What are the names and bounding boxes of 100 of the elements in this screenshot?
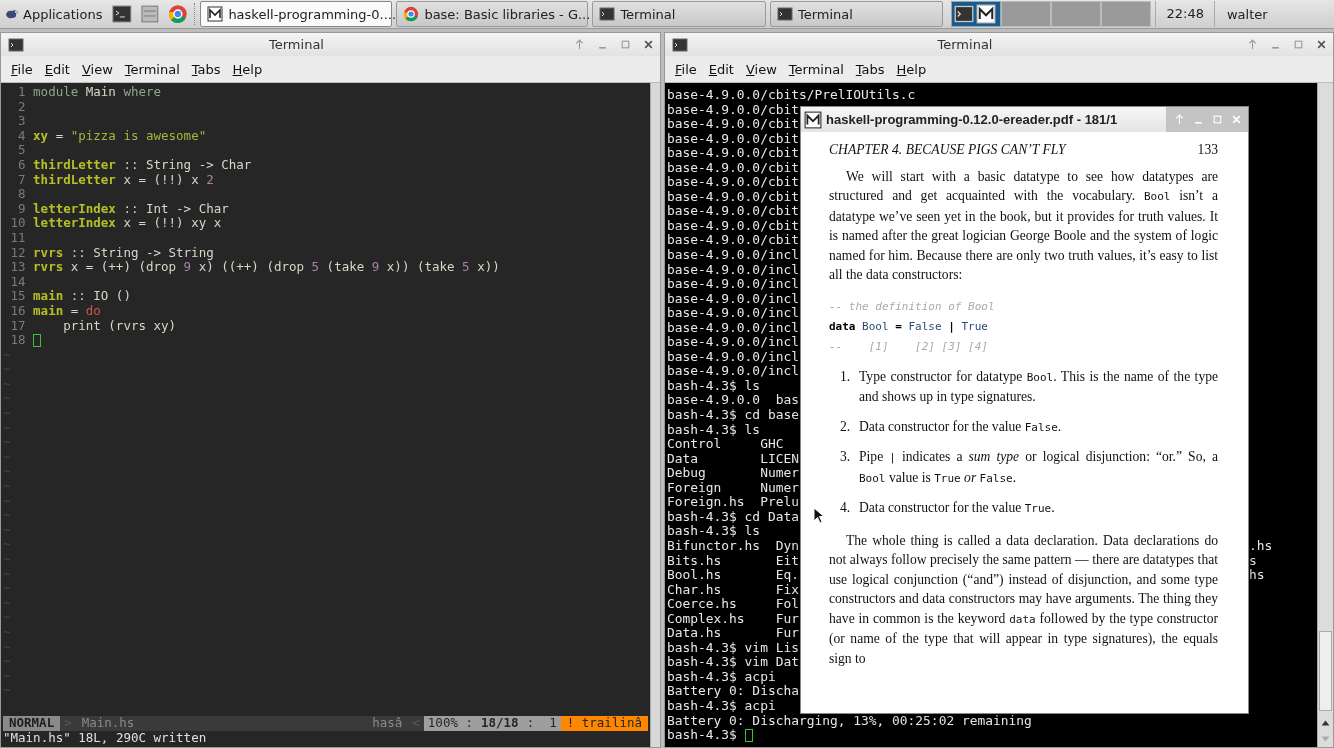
code-line: data Bool = False | True (829, 318, 989, 335)
terminal-line: base-4.9.0.0/cbit (667, 204, 799, 219)
paragraph: The whole thing is called a data declaration. Data declarations do not always follow precisely the same pattern — there are datatypes that use logical conjunction (“and”) instead of disjunction, and some type constructors and data constructors may have arguments. The thing they have in common is the keyword data followed by the type constructor (or name of the type that will appear in type signatures), the equals sign to (829, 531, 1218, 668)
workspace-cell[interactable] (1001, 1, 1052, 27)
terminal-line: base-4.9.0.0/incl (667, 277, 799, 292)
terminal-line: Coerce.hs Fol (667, 597, 799, 612)
maximize-icon[interactable] (620, 39, 631, 50)
terminal-line: base-4.9.0.0/cbit (667, 146, 799, 161)
terminal-line: s (1249, 553, 1257, 569)
user-name[interactable]: walter (1218, 6, 1330, 22)
line-number: 4 (17, 128, 27, 144)
terminal-line: Complex.hs Fur (667, 611, 799, 627)
maximize-icon[interactable] (1293, 39, 1304, 50)
menu-item[interactable]: Tabs (855, 61, 885, 77)
code-line: rvrs :: String -> String (33, 245, 214, 261)
empty-line-marker: ~ (3, 566, 11, 582)
list-number: 4. (840, 499, 852, 517)
scrollbar[interactable] (1317, 83, 1333, 747)
menu-item[interactable]: Help (896, 61, 927, 77)
terminal-line: Bits.hs Eit (667, 553, 799, 569)
terminal-line: bash-4.3$ ls (667, 422, 761, 438)
empty-line-marker: ~ (3, 420, 11, 436)
terminal-line: bash-4.3$ ls (667, 378, 761, 394)
status-text: Main.hs (80, 716, 136, 731)
line-number: 1 (17, 85, 27, 100)
menu-item[interactable]: View (745, 61, 777, 77)
paragraph: We will start with a basic datatype to see how datatypes are structured and get acquainted with the vocabulary. Bool isn’t a datatype we’ve seen yet in the book, but it provides for truth values. It is named after the great logician George Boole and the system of logic named for him. Because there are only two truth values, it’s easy to list all the data constructors: (829, 167, 1218, 284)
line-number: 2 (17, 99, 27, 115)
applications-button[interactable]: Applications (4, 2, 107, 26)
terminal-line: base-4.9.0.0/cbit (667, 189, 799, 205)
browser-icon[interactable] (167, 4, 188, 24)
terminal-icon[interactable] (112, 4, 133, 24)
menu-item[interactable]: Terminal (788, 61, 844, 77)
scrollbar[interactable] (650, 83, 660, 747)
shell-prompt: bash-4.3$ (667, 728, 737, 743)
terminal-icon (671, 36, 689, 53)
menu-item[interactable]: Tabs (191, 61, 221, 77)
terminal-line: base-4.9.0.0/cbit (667, 160, 799, 176)
terminal-line: base-4.9.0.0/incl (667, 335, 799, 350)
task-button[interactable]: Terminal (769, 1, 944, 27)
task-button[interactable]: haskell-programming-0.... (200, 1, 393, 27)
up-arrow-icon[interactable] (1247, 39, 1258, 50)
line-number: 12 (9, 245, 27, 261)
terminal-line: Debug Numer (667, 466, 799, 481)
mouse-pointer-icon (813, 507, 825, 525)
workspace-cell[interactable] (951, 1, 1002, 27)
terminal-line: base-4.9.0.0/incl (667, 349, 799, 365)
chapter-heading: CHAPTER 4. BECAUSE PIGS CAN’T FLY (829, 141, 1066, 159)
status-text: > (63, 716, 73, 731)
code-line: rvrs x = (++) (drop 9 x) ((++) (drop 5 (take 9 x)) (take 5 x)) (33, 260, 500, 275)
line-number: 14 (9, 274, 27, 290)
menu-item[interactable]: View (81, 61, 113, 77)
workspace-cell[interactable] (1051, 1, 1102, 27)
terminal-line: base-4.9.0.0/cbits/PrelIOUtils.c (667, 88, 916, 103)
file-cabinet-icon[interactable] (140, 4, 160, 24)
document-viewer-icon (976, 4, 997, 24)
menu-item[interactable]: Edit (708, 61, 734, 77)
code-line: -- [1] [2] [3] [4] (829, 338, 989, 355)
close-icon[interactable] (643, 39, 654, 50)
scrollbar-thumb[interactable] (1319, 631, 1332, 711)
workspace-cell[interactable] (1101, 1, 1152, 27)
terminal-line: Char.hs Fix (667, 582, 799, 598)
empty-line-marker: ~ (3, 464, 11, 480)
menu-item[interactable]: File (11, 61, 33, 77)
code-line: print (rvrs xy) (62, 318, 177, 334)
list-number: 2. (840, 417, 852, 436)
menu-item[interactable]: Edit (44, 61, 70, 77)
up-arrow-icon[interactable] (574, 39, 585, 50)
code-line: main = do (33, 303, 101, 319)
terminal-line: .hs (1249, 538, 1273, 554)
terminal-icon (7, 36, 25, 53)
terminal-icon (954, 4, 975, 24)
line-number: 13 (9, 260, 27, 275)
clock: 22:48 (1155, 1, 1215, 27)
terminal-line: bash-4.3$ vim Lis (667, 640, 799, 656)
terminal-line: base-4.9.0.0/cbit (667, 117, 799, 132)
task-button[interactable]: base: Basic libraries - G... (396, 1, 589, 27)
terminal-line: base-4.9.0.0 bas (667, 393, 799, 409)
empty-line-marker: ~ (3, 362, 11, 377)
terminal-line: bash-4.3$ acpi (667, 669, 776, 685)
terminal-line: base-4.9.0.0/incl (667, 248, 799, 263)
terminal-line: bash-4.3$ cd base (667, 408, 799, 423)
empty-line-marker: ~ (3, 522, 11, 538)
task-button[interactable]: Terminal (592, 1, 766, 27)
empty-line-marker: ~ (3, 376, 11, 392)
close-icon[interactable] (1316, 39, 1327, 50)
line-number: 9 (17, 201, 27, 217)
menu-item[interactable]: Help (232, 61, 263, 77)
line-number: 15 (9, 289, 27, 304)
terminal-line: Foreign.hs Prelu (667, 495, 799, 510)
terminal-line: base-4.9.0.0/cbit (667, 233, 799, 248)
document-viewer-icon (207, 6, 224, 22)
code-line: letterIndex :: Int -> Char (33, 201, 229, 217)
line-number: 18 (9, 333, 27, 348)
terminal-line: base-4.9.0.0/incl (667, 306, 799, 321)
menu-item[interactable]: File (675, 61, 697, 77)
empty-line-marker: ~ (3, 581, 11, 596)
terminal-line: Data LICEN (667, 451, 799, 467)
code-line: letterIndex x = (!!) xy x (33, 216, 222, 231)
menu-item[interactable]: Terminal (124, 61, 180, 77)
